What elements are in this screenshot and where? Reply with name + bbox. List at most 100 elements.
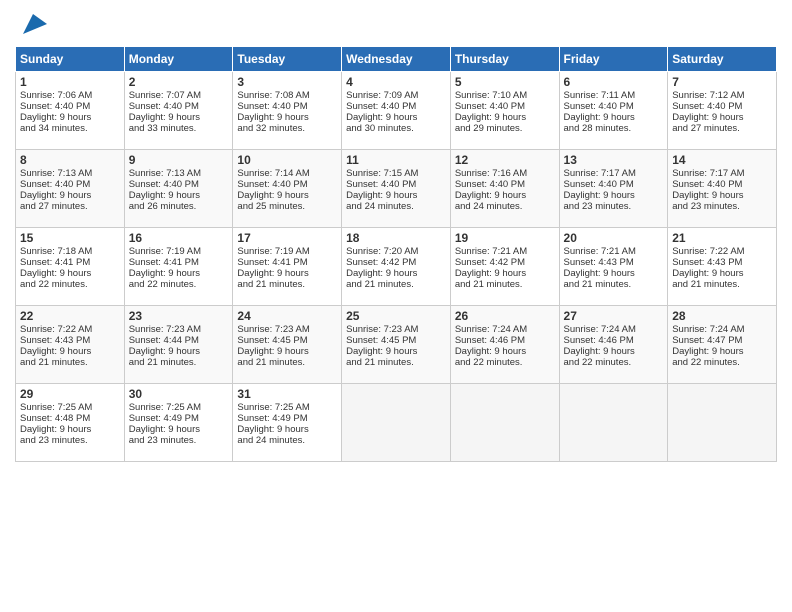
day-info-line: Sunrise: 7:13 AM	[129, 168, 229, 179]
day-info-line: Sunset: 4:44 PM	[129, 335, 229, 346]
calendar-cell: 30Sunrise: 7:25 AMSunset: 4:49 PMDayligh…	[124, 384, 233, 462]
day-info-line: Daylight: 9 hours	[237, 268, 337, 279]
day-info-line: Sunset: 4:46 PM	[455, 335, 555, 346]
day-info-line: and 24 minutes.	[346, 201, 446, 212]
calendar-cell: 21Sunrise: 7:22 AMSunset: 4:43 PMDayligh…	[668, 228, 777, 306]
day-info-line: and 24 minutes.	[237, 435, 337, 446]
calendar-cell: 8Sunrise: 7:13 AMSunset: 4:40 PMDaylight…	[16, 150, 125, 228]
calendar-cell: 27Sunrise: 7:24 AMSunset: 4:46 PMDayligh…	[559, 306, 668, 384]
calendar-cell: 5Sunrise: 7:10 AMSunset: 4:40 PMDaylight…	[450, 72, 559, 150]
day-info-line: and 23 minutes.	[672, 201, 772, 212]
day-info-line: Sunset: 4:43 PM	[564, 257, 664, 268]
day-info-line: and 23 minutes.	[564, 201, 664, 212]
day-info-line: Daylight: 9 hours	[129, 268, 229, 279]
day-info-line: Sunrise: 7:17 AM	[564, 168, 664, 179]
day-number: 7	[672, 75, 772, 89]
day-info-line: Sunset: 4:41 PM	[20, 257, 120, 268]
day-info-line: and 26 minutes.	[129, 201, 229, 212]
day-info-line: Daylight: 9 hours	[237, 112, 337, 123]
calendar-header-saturday: Saturday	[668, 47, 777, 72]
day-info-line: and 21 minutes.	[237, 279, 337, 290]
day-info-line: Sunset: 4:40 PM	[672, 179, 772, 190]
calendar-cell: 25Sunrise: 7:23 AMSunset: 4:45 PMDayligh…	[342, 306, 451, 384]
calendar-cell: 6Sunrise: 7:11 AMSunset: 4:40 PMDaylight…	[559, 72, 668, 150]
day-info-line: Sunset: 4:42 PM	[346, 257, 446, 268]
day-info-line: and 21 minutes.	[455, 279, 555, 290]
day-number: 31	[237, 387, 337, 401]
day-number: 19	[455, 231, 555, 245]
week-row-1: 1Sunrise: 7:06 AMSunset: 4:40 PMDaylight…	[16, 72, 777, 150]
calendar-cell	[450, 384, 559, 462]
day-info-line: Sunrise: 7:19 AM	[237, 246, 337, 257]
day-info-line: Sunrise: 7:22 AM	[20, 324, 120, 335]
day-info-line: Sunrise: 7:09 AM	[346, 90, 446, 101]
logo-icon	[19, 10, 47, 38]
day-info-line: Sunrise: 7:21 AM	[455, 246, 555, 257]
day-info-line: and 23 minutes.	[129, 435, 229, 446]
day-info-line: and 32 minutes.	[237, 123, 337, 134]
day-info-line: Daylight: 9 hours	[346, 190, 446, 201]
calendar-cell: 7Sunrise: 7:12 AMSunset: 4:40 PMDaylight…	[668, 72, 777, 150]
day-info-line: Sunrise: 7:25 AM	[20, 402, 120, 413]
day-number: 24	[237, 309, 337, 323]
day-info-line: and 28 minutes.	[564, 123, 664, 134]
day-info-line: Daylight: 9 hours	[237, 346, 337, 357]
day-number: 16	[129, 231, 229, 245]
day-number: 1	[20, 75, 120, 89]
day-info-line: Sunset: 4:40 PM	[564, 179, 664, 190]
day-info-line: Daylight: 9 hours	[129, 346, 229, 357]
day-info-line: Sunrise: 7:19 AM	[129, 246, 229, 257]
day-info-line: Sunset: 4:40 PM	[672, 101, 772, 112]
week-row-4: 22Sunrise: 7:22 AMSunset: 4:43 PMDayligh…	[16, 306, 777, 384]
day-info-line: Sunrise: 7:10 AM	[455, 90, 555, 101]
calendar-cell: 12Sunrise: 7:16 AMSunset: 4:40 PMDayligh…	[450, 150, 559, 228]
day-info-line: Sunset: 4:40 PM	[20, 179, 120, 190]
calendar-cell: 10Sunrise: 7:14 AMSunset: 4:40 PMDayligh…	[233, 150, 342, 228]
calendar-cell: 26Sunrise: 7:24 AMSunset: 4:46 PMDayligh…	[450, 306, 559, 384]
day-number: 30	[129, 387, 229, 401]
day-number: 3	[237, 75, 337, 89]
day-number: 21	[672, 231, 772, 245]
calendar-cell: 1Sunrise: 7:06 AMSunset: 4:40 PMDaylight…	[16, 72, 125, 150]
day-info-line: Sunrise: 7:22 AM	[672, 246, 772, 257]
day-number: 14	[672, 153, 772, 167]
day-info-line: Sunrise: 7:12 AM	[672, 90, 772, 101]
calendar-table: SundayMondayTuesdayWednesdayThursdayFrid…	[15, 46, 777, 462]
day-info-line: Sunset: 4:40 PM	[237, 179, 337, 190]
day-number: 22	[20, 309, 120, 323]
week-row-5: 29Sunrise: 7:25 AMSunset: 4:48 PMDayligh…	[16, 384, 777, 462]
day-number: 15	[20, 231, 120, 245]
day-info-line: Sunset: 4:40 PM	[20, 101, 120, 112]
day-info-line: Sunrise: 7:20 AM	[346, 246, 446, 257]
calendar-cell: 14Sunrise: 7:17 AMSunset: 4:40 PMDayligh…	[668, 150, 777, 228]
calendar-cell: 17Sunrise: 7:19 AMSunset: 4:41 PMDayligh…	[233, 228, 342, 306]
day-info-line: and 22 minutes.	[564, 357, 664, 368]
calendar-cell: 15Sunrise: 7:18 AMSunset: 4:41 PMDayligh…	[16, 228, 125, 306]
day-info-line: Sunrise: 7:08 AM	[237, 90, 337, 101]
day-number: 4	[346, 75, 446, 89]
header	[15, 10, 777, 38]
day-info-line: Daylight: 9 hours	[455, 346, 555, 357]
day-info-line: Daylight: 9 hours	[564, 268, 664, 279]
calendar-header-tuesday: Tuesday	[233, 47, 342, 72]
day-info-line: and 23 minutes.	[20, 435, 120, 446]
day-number: 12	[455, 153, 555, 167]
day-info-line: Sunrise: 7:25 AM	[237, 402, 337, 413]
calendar-cell: 23Sunrise: 7:23 AMSunset: 4:44 PMDayligh…	[124, 306, 233, 384]
day-info-line: Daylight: 9 hours	[564, 190, 664, 201]
day-info-line: and 33 minutes.	[129, 123, 229, 134]
day-info-line: Daylight: 9 hours	[672, 268, 772, 279]
day-info-line: Sunset: 4:40 PM	[346, 179, 446, 190]
calendar-header-sunday: Sunday	[16, 47, 125, 72]
day-info-line: Sunset: 4:45 PM	[346, 335, 446, 346]
day-number: 25	[346, 309, 446, 323]
calendar-cell: 24Sunrise: 7:23 AMSunset: 4:45 PMDayligh…	[233, 306, 342, 384]
day-number: 10	[237, 153, 337, 167]
logo	[15, 10, 47, 38]
day-info-line: Sunrise: 7:25 AM	[129, 402, 229, 413]
day-number: 6	[564, 75, 664, 89]
day-number: 8	[20, 153, 120, 167]
day-info-line: Sunset: 4:49 PM	[237, 413, 337, 424]
day-info-line: Sunset: 4:41 PM	[237, 257, 337, 268]
calendar-cell: 13Sunrise: 7:17 AMSunset: 4:40 PMDayligh…	[559, 150, 668, 228]
